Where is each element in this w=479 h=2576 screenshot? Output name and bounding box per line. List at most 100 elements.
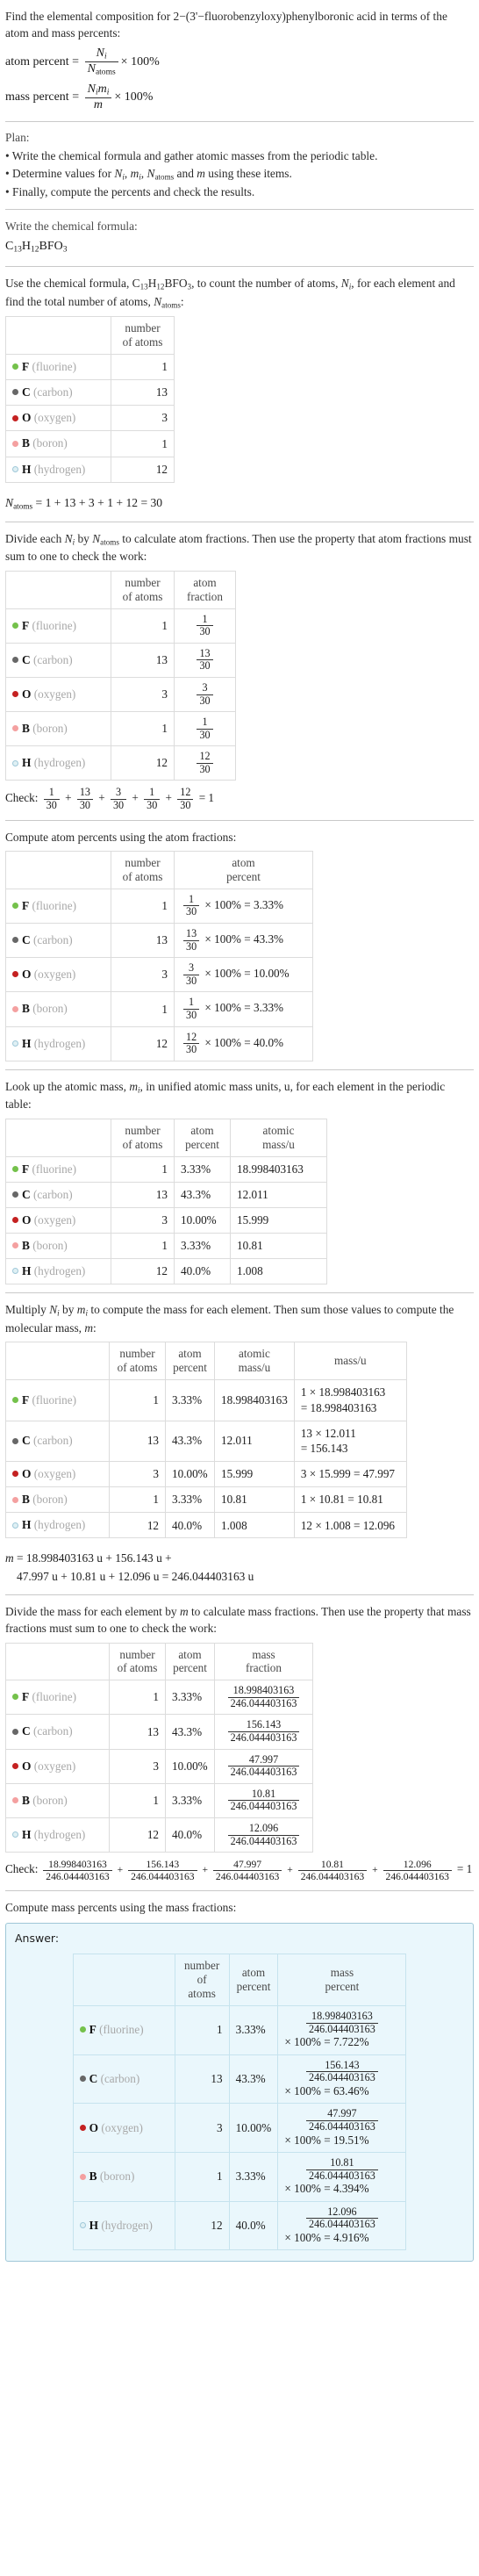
- atom-count-prompt-d: :: [180, 294, 184, 308]
- element-color-dot: [12, 1471, 18, 1478]
- element-atomic-mass: 15.999: [214, 1461, 295, 1488]
- element-symbol: C: [22, 1724, 31, 1738]
- element-atom-percent: 3.33%: [165, 1378, 215, 1421]
- element-cell: F (fluorine): [5, 608, 111, 644]
- element-atom-fraction: 12 30: [174, 745, 236, 781]
- atom-percent-times: × 100%: [120, 54, 160, 68]
- table-row: O (oxygen) 3 3 30 × 100% = 10.00%: [5, 957, 313, 993]
- mass-percent-result: × 100% = 63.46%: [284, 2083, 369, 2097]
- header-number-of-atoms: number of atoms: [111, 1118, 175, 1157]
- element-symbol: F: [22, 1162, 30, 1176]
- fraction-denominator: 30: [183, 939, 200, 953]
- mass-fraction-numerator: 18.998403163: [232, 1684, 295, 1697]
- element-name: (boron): [32, 1002, 68, 1016]
- mass-percent-denominator: 246.044403163: [306, 2119, 378, 2133]
- element-cell: C (carbon): [5, 1181, 111, 1208]
- element-name: (hydrogen): [33, 1828, 86, 1842]
- element-atom-percent-expr: 12 30 × 100% = 40.0%: [174, 1025, 313, 1061]
- element-symbol: C: [22, 1187, 31, 1201]
- check-label: Check:: [5, 791, 39, 805]
- element-cell: B (boron): [5, 430, 111, 457]
- element-cell: B (boron): [72, 2152, 175, 2202]
- element-n-atoms: 12: [111, 745, 175, 781]
- element-n-atoms: 1: [109, 1782, 166, 1818]
- header-atom-percent: atom percent: [174, 1118, 231, 1157]
- table-row: B (boron) 1 3.33% 10.81 1 × 10.81 = 10.8…: [5, 1486, 407, 1514]
- mass-fraction-check: Check: 18.998403163 246.044403163 + 156.1…: [5, 1859, 473, 1883]
- header-blank: [72, 1954, 175, 2006]
- element-color-dot: [12, 1268, 18, 1275]
- check-num: 10.81: [320, 1859, 344, 1871]
- element-cell: B (boron): [5, 1782, 110, 1818]
- element-name: (hydrogen): [33, 756, 86, 770]
- table-row: O (oxygen) 3 10.00% 47.997 246.044403163: [5, 1748, 313, 1784]
- element-mass-prompt-d: :: [93, 1320, 97, 1335]
- table-header-row: number of atoms: [5, 316, 175, 356]
- element-mass-expr: 13 × 12.011 = 156.143: [293, 1420, 407, 1463]
- atom-percent-value: 40.0%: [253, 1035, 284, 1049]
- atom-count-prompt-b: , to count the number of atoms,: [191, 276, 341, 290]
- atom-fraction-prompt: Divide each Ni by Natoms to calculate at…: [5, 531, 472, 564]
- element-mass-section: Multiply Ni by mi to compute the mass fo…: [5, 1293, 474, 1594]
- table-row: F (fluorine) 1: [5, 354, 175, 381]
- element-symbol: C: [22, 1434, 31, 1448]
- plan-heading: Plan:: [5, 131, 30, 145]
- element-color-dot: [12, 1217, 18, 1223]
- element-symbol: B: [22, 1793, 30, 1807]
- table-row: B (boron) 1 1 30 × 100% = 3.33%: [5, 991, 313, 1027]
- header-blank: [5, 1342, 110, 1380]
- mass-percent-prompt: Compute mass percents using the mass fra…: [5, 1901, 237, 1915]
- element-name: (carbon): [100, 2071, 140, 2085]
- element-cell: B (boron): [5, 711, 111, 747]
- element-cell: C (carbon): [5, 1714, 110, 1750]
- table-row: F (fluorine) 1 3.33% 18.998403163 246.044…: [72, 2004, 407, 2055]
- element-mass-fraction: 156.143 246.044403163: [214, 1714, 313, 1750]
- element-cell: O (oxygen): [5, 1461, 110, 1488]
- element-cell: F (fluorine): [5, 888, 111, 924]
- fraction-numerator: 1: [202, 716, 208, 729]
- fraction-numerator: 3: [189, 961, 195, 975]
- molecular-mass-line-1: m = 18.998403163 u + 156.143 u +: [5, 1551, 172, 1565]
- element-color-dot: [12, 414, 18, 421]
- table-row: B (boron) 1 3.33% 10.81: [5, 1232, 327, 1259]
- element-symbol: H: [22, 1518, 32, 1532]
- answer-box: Answer: number of atoms atom percent mass p…: [5, 1922, 474, 2263]
- element-n-atoms: 1: [174, 2152, 230, 2202]
- problem-statement-section: Find the elemental composition for 2−(3'…: [5, 0, 474, 121]
- header-atomic-mass: atomic mass/u: [230, 1118, 327, 1157]
- mass-percent-denominator: 246.044403163: [306, 2022, 378, 2036]
- fraction-denominator: 30: [183, 1008, 200, 1022]
- element-mass-percent-expr: 12.096 246.044403163 × 100% = 4.916%: [277, 2200, 407, 2251]
- check-den: 30: [110, 799, 127, 812]
- element-n-atoms: 13: [111, 379, 175, 407]
- element-cell: F (fluorine): [5, 354, 111, 381]
- element-n-atoms: 1: [111, 1155, 175, 1183]
- element-mass-body: F (fluorine) 1 3.33% 18.998403163 1 × 18…: [5, 1378, 407, 1539]
- check-den: 246.044403163: [43, 1870, 112, 1882]
- mass-fraction-denominator: 246.044403163: [227, 1696, 300, 1710]
- element-symbol: F: [22, 1392, 30, 1407]
- element-n-atoms: 1: [109, 1680, 166, 1716]
- element-mass-expr: 3 × 15.999 = 47.997: [293, 1461, 407, 1488]
- element-name: (boron): [32, 722, 68, 736]
- element-name: (boron): [32, 1793, 68, 1807]
- fraction-denominator: 30: [197, 728, 213, 742]
- element-atom-percent: 40.0%: [165, 1512, 215, 1539]
- atom-fraction-section: Divide each Ni by Natoms to calculate at…: [5, 522, 474, 820]
- table-row: O (oxygen) 3 10.00% 15.999 3 × 15.999 = …: [5, 1461, 407, 1488]
- element-color-dot: [12, 1242, 18, 1249]
- header-number-of-atoms: number of atoms: [111, 316, 175, 356]
- element-mass-expr: 12 × 1.008 = 12.096: [293, 1512, 407, 1539]
- element-atomic-mass: 10.81: [214, 1486, 295, 1514]
- element-name: (fluorine): [32, 1392, 77, 1407]
- atom-fraction-prompt-a: Divide each: [5, 531, 65, 545]
- element-symbol: B: [22, 722, 30, 736]
- check-den: 246.044403163: [212, 1870, 282, 1882]
- table-row: F (fluorine) 1 3.33% 18.998403163 1 × 18…: [5, 1378, 407, 1421]
- element-color-dot: [12, 465, 18, 472]
- element-atom-percent-expr: 1 30 × 100% = 3.33%: [174, 991, 313, 1027]
- element-atom-percent: 40.0%: [165, 1817, 215, 1853]
- mass-percent-times: × 100%: [114, 90, 154, 104]
- table-row: C (carbon) 13 13 30 × 100% = 43.3%: [5, 922, 313, 959]
- element-name: (hydrogen): [33, 1518, 86, 1532]
